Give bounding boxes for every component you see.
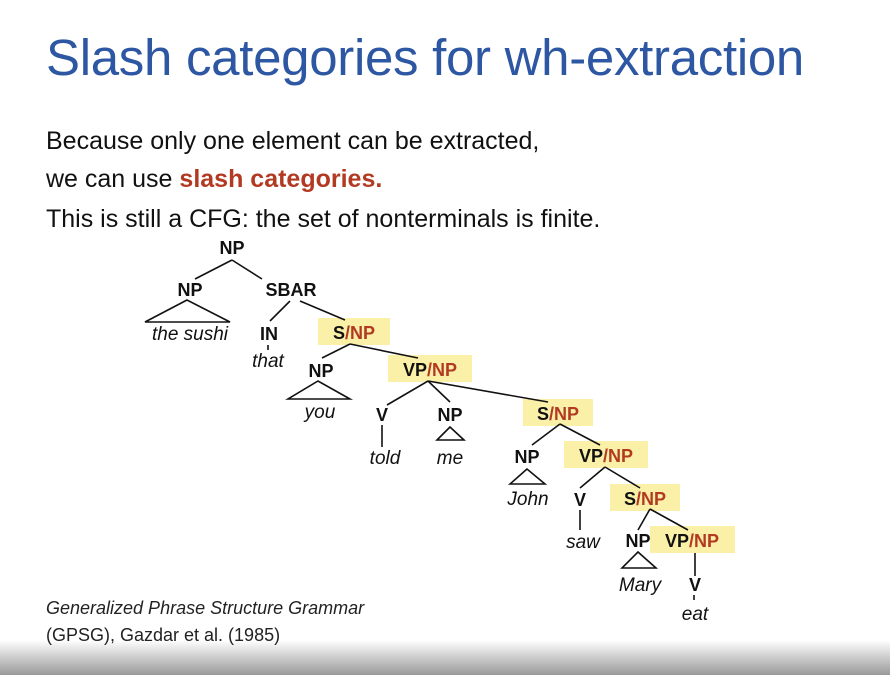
word-saw: saw — [566, 532, 601, 553]
vp-np-2-category: VP — [579, 446, 603, 466]
s-np-1-gap: NP — [350, 323, 375, 343]
node-np-you: NP — [308, 361, 333, 381]
word-john: John — [506, 489, 548, 510]
tree-edges — [144, 259, 696, 600]
vp-np-3-gap: NP — [694, 531, 719, 551]
s-np-3-category: S — [624, 489, 636, 509]
node-s-np-1: S/NP — [333, 323, 375, 343]
word-eat: eat — [682, 604, 709, 625]
node-np-the-sushi: NP — [177, 280, 202, 300]
citation-line-1: Generalized Phrase Structure Grammar — [46, 598, 365, 618]
s-np-2-gap: NP — [554, 404, 579, 424]
node-vp-np-1: VP/NP — [403, 360, 457, 380]
node-s-np-2: S/NP — [537, 404, 579, 424]
node-np-john: NP — [514, 447, 539, 467]
vp-np-2-gap: NP — [608, 446, 633, 466]
word-that: that — [252, 351, 284, 372]
node-np-me: NP — [437, 405, 462, 425]
node-s-np-3: S/NP — [624, 489, 666, 509]
s-np-1-category: S — [333, 323, 345, 343]
parse-tree: NP NP SBAR IN NP V NP NP V NP V S/NP VP/… — [144, 238, 735, 625]
slash-highlights — [318, 318, 735, 553]
vp-np-1-category: VP — [403, 360, 427, 380]
node-vp-np-3: VP/NP — [665, 531, 719, 551]
s-np-3-gap: NP — [641, 489, 666, 509]
node-np-root: NP — [219, 238, 244, 258]
node-v-told: V — [376, 405, 388, 425]
node-np-mary: NP — [625, 531, 650, 551]
node-v-saw: V — [574, 490, 586, 510]
node-sbar: SBAR — [265, 280, 316, 300]
vp-np-1-gap: NP — [432, 360, 457, 380]
word-the-sushi: the sushi — [152, 324, 229, 345]
word-you: you — [303, 402, 336, 423]
word-told: told — [370, 448, 402, 469]
node-v-eat: V — [689, 575, 701, 595]
node-vp-np-2: VP/NP — [579, 446, 633, 466]
video-bottom-shade — [0, 640, 890, 675]
node-in: IN — [260, 324, 278, 344]
slide: Slash categories for wh-extraction Becau… — [0, 0, 890, 675]
vp-np-3-category: VP — [665, 531, 689, 551]
word-me: me — [437, 448, 463, 469]
s-np-2-category: S — [537, 404, 549, 424]
word-mary: Mary — [619, 575, 663, 596]
